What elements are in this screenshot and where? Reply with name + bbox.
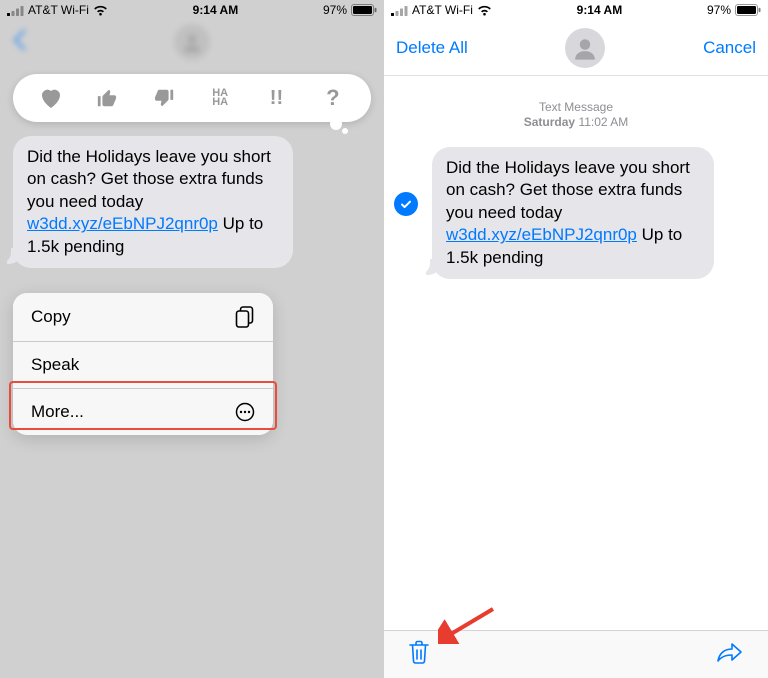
- signal-icon: [391, 5, 408, 16]
- status-time: 9:14 AM: [577, 3, 623, 17]
- phone-left: AT&T Wi-Fi 9:14 AM 97% HA HA !! ?: [0, 0, 384, 678]
- heart-icon[interactable]: [33, 80, 69, 116]
- forward-icon: [716, 641, 744, 663]
- haha-icon[interactable]: HA HA: [202, 80, 238, 116]
- message-bubble[interactable]: Did the Holidays leave you short on cash…: [432, 147, 714, 279]
- wifi-icon: [93, 5, 108, 16]
- trash-icon: [408, 639, 430, 665]
- chat-header-label: Text Message: [384, 100, 768, 114]
- reaction-bar[interactable]: HA HA !! ?: [13, 74, 371, 122]
- message-text-before: Did the Holidays leave you short on cash…: [27, 147, 271, 211]
- forward-button[interactable]: [716, 641, 744, 668]
- context-menu: Copy Speak More...: [13, 293, 273, 435]
- ellipsis-icon: [235, 402, 255, 422]
- menu-speak-label: Speak: [31, 355, 79, 375]
- check-icon: [399, 197, 413, 211]
- battery-label: 97%: [707, 3, 731, 17]
- question-icon[interactable]: ?: [315, 80, 351, 116]
- status-bar: AT&T Wi-Fi 9:14 AM 97%: [384, 0, 768, 20]
- status-bar: AT&T Wi-Fi 9:14 AM 97%: [0, 0, 384, 20]
- chat-header: Text Message Saturday 11:02 AM: [384, 100, 768, 129]
- avatar[interactable]: [565, 28, 605, 68]
- status-left: AT&T Wi-Fi: [7, 3, 108, 17]
- menu-more-label: More...: [31, 402, 84, 422]
- menu-speak[interactable]: Speak: [13, 342, 273, 389]
- cancel-button[interactable]: Cancel: [703, 38, 756, 58]
- message-bubble[interactable]: Did the Holidays leave you short on cash…: [13, 136, 293, 268]
- chat-header-timestamp: Saturday 11:02 AM: [384, 115, 768, 129]
- phone-right: AT&T Wi-Fi 9:14 AM 97% Delete All Cancel…: [384, 0, 768, 678]
- wifi-icon: [477, 5, 492, 16]
- status-time: 9:14 AM: [193, 3, 239, 17]
- message-text-before: Did the Holidays leave you short on cash…: [446, 158, 690, 222]
- battery-label: 97%: [323, 3, 347, 17]
- status-right: 97%: [323, 3, 377, 17]
- menu-copy-label: Copy: [31, 307, 71, 327]
- status-right: 97%: [707, 3, 761, 17]
- battery-icon: [351, 4, 377, 16]
- signal-icon: [7, 5, 24, 16]
- avatar: [174, 24, 210, 60]
- back-button: [12, 29, 26, 56]
- menu-copy[interactable]: Copy: [13, 293, 273, 342]
- status-left: AT&T Wi-Fi: [391, 3, 492, 17]
- menu-more[interactable]: More...: [13, 389, 273, 435]
- bottom-toolbar: [384, 630, 768, 678]
- carrier-label: AT&T Wi-Fi: [412, 3, 473, 17]
- nav-bar: Delete All Cancel: [384, 20, 768, 76]
- copy-icon: [235, 306, 255, 328]
- carrier-label: AT&T Wi-Fi: [28, 3, 89, 17]
- delete-all-button[interactable]: Delete All: [396, 38, 468, 58]
- thumbs-up-icon[interactable]: [89, 80, 125, 116]
- exclaim-icon[interactable]: !!: [258, 80, 294, 116]
- battery-icon: [735, 4, 761, 16]
- thumbs-down-icon[interactable]: [146, 80, 182, 116]
- select-checkmark[interactable]: [394, 192, 418, 216]
- nav-bar-blurred: [0, 20, 384, 64]
- message-link[interactable]: w3dd.xyz/eEbNPJ2qnr0p: [446, 225, 637, 244]
- trash-button[interactable]: [408, 639, 430, 670]
- message-link[interactable]: w3dd.xyz/eEbNPJ2qnr0p: [27, 214, 218, 233]
